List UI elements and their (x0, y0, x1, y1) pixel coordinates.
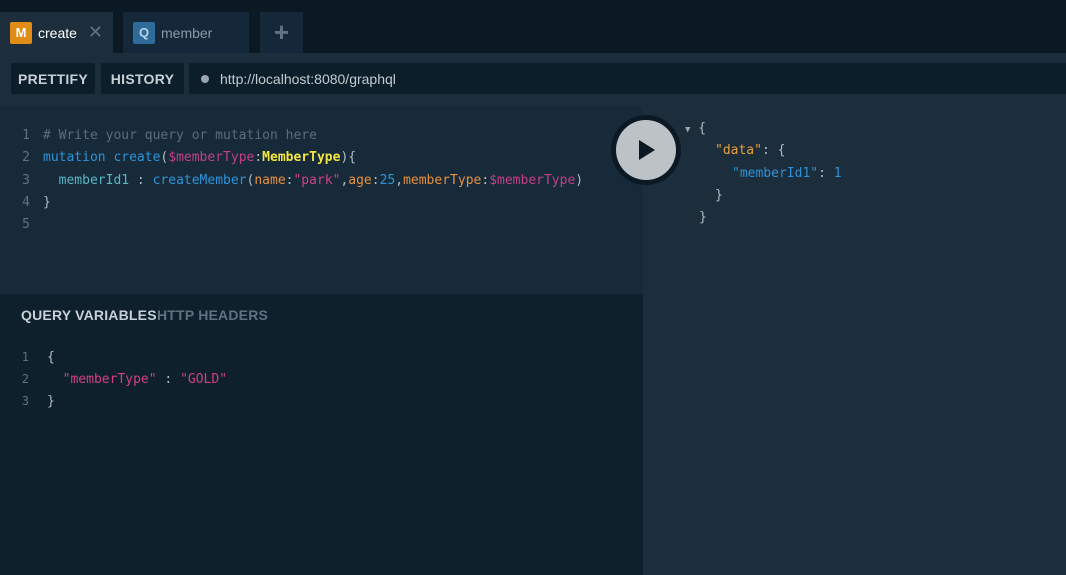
history-button[interactable]: HISTORY (101, 63, 184, 94)
play-icon (639, 140, 655, 160)
endpoint-url: http://localhost:8080/graphql (220, 70, 396, 87)
result-key: "memberId1" (732, 166, 819, 181)
code-alias: memberId1 (58, 173, 130, 188)
query-editor[interactable]: 1 # Write your query or mutation here 2 mu… (0, 106, 643, 294)
code-field: createMember (152, 173, 247, 188)
variables-line: 3} (21, 394, 55, 409)
code-number: 25 (379, 173, 396, 188)
result-line: } (699, 210, 707, 225)
tab-bar: M create ✕ Q member + (0, 0, 1066, 53)
tab-label: create (38, 24, 77, 41)
code-line: 3 memberId1 : createMember(name:"park",a… (22, 173, 584, 188)
variables-line: 1{ (21, 350, 55, 365)
mutation-badge-icon: M (10, 21, 32, 44)
query-badge-icon: Q (133, 21, 155, 44)
variables-line: 2 "memberType" : "GOLD" (21, 372, 228, 387)
code-variable: $memberType (489, 173, 576, 188)
fold-arrow-icon[interactable]: ▼ (685, 125, 690, 135)
operation-name: create (113, 150, 161, 165)
code-arg: memberType (403, 173, 482, 188)
result-line: "data": { (715, 143, 786, 158)
run-button[interactable] (611, 115, 681, 185)
code-line: 4} (22, 195, 51, 210)
result-line: } (715, 188, 723, 203)
status-dot-icon (201, 74, 209, 83)
code-line: 2 mutation create($memberType:MemberType)… (22, 150, 357, 165)
variable-key: "memberType" (62, 372, 157, 387)
code-string: "park" (293, 173, 341, 188)
tab-http-headers[interactable]: HTTP HEADERS (157, 307, 268, 323)
toolbar: PRETTIFY HISTORY http://localhost:8080/g… (0, 53, 1066, 106)
tab-create[interactable]: M create ✕ (0, 12, 113, 53)
result-value: 1 (833, 166, 842, 181)
result-key: "data" (715, 143, 762, 158)
code-arg: age (348, 173, 372, 188)
result-line: "memberId1": 1 (732, 166, 842, 181)
tab-label: member (161, 24, 213, 41)
result-panel: ▼ { "data": { "memberId1": 1 } } (643, 106, 1066, 575)
code-arg: name (254, 173, 286, 188)
tab-member[interactable]: Q member (123, 12, 249, 53)
query-variables-panel: QUERY VARIABLES HTTP HEADERS 1{ 2 "membe… (0, 294, 643, 575)
code-line: 1 # Write your query or mutation here (22, 128, 317, 143)
endpoint-url-input[interactable]: http://localhost:8080/graphql (189, 63, 1066, 94)
variable-value: "GOLD" (180, 372, 228, 387)
close-icon[interactable]: ✕ (88, 22, 103, 42)
run-button-face[interactable] (616, 120, 676, 180)
code-line: 5 (22, 217, 30, 232)
code-variable: $memberType (168, 150, 255, 165)
code-comment: # Write your query or mutation here (43, 128, 317, 143)
code-keyword: mutation (43, 150, 106, 165)
tab-query-variables[interactable]: QUERY VARIABLES (21, 307, 157, 323)
add-tab-icon[interactable]: + (260, 12, 303, 53)
prettify-button[interactable]: PRETTIFY (11, 63, 95, 94)
code-type: MemberType (262, 150, 341, 165)
result-line: ▼ { (685, 121, 707, 136)
